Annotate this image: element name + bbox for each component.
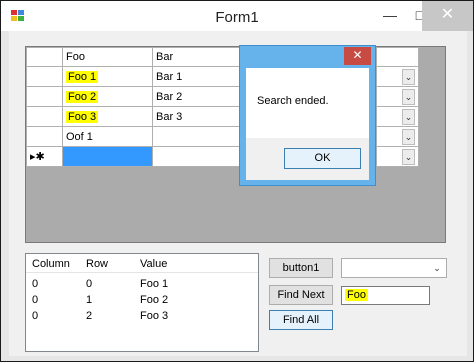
list-item[interactable]: 0 2 Foo 3 [26,309,258,325]
search-input-text: Foo [345,289,368,301]
cell-bar[interactable] [152,146,241,167]
cell-bar[interactable]: Bar 1 [152,66,241,87]
list-item-column: 0 [32,310,39,322]
highlighted-text: Foo 3 [66,110,99,123]
client-area: Foo Bar Foo 1 Bar 1 ⌄ Foo 2 Bar 2 ⌄ Foo … [9,31,467,356]
chevron-down-icon[interactable]: ⌄ [430,261,444,275]
message-box: ✕ Search ended. OK [239,45,376,186]
list-item-column: 0 [32,278,39,290]
listview-header: Column Row Value [26,254,258,273]
dialog-footer: OK [246,138,369,180]
list-item-value: Foo 1 [140,278,169,290]
column-header-foo[interactable]: Foo [62,47,153,67]
list-item-row: 2 [86,310,93,322]
cell-combo-dropdown[interactable]: ⌄ [376,146,419,167]
cell-combo-dropdown[interactable]: ⌄ [376,66,419,87]
row-header[interactable] [26,66,63,87]
row-header[interactable] [26,86,63,107]
find-next-button[interactable]: Find Next [269,285,333,305]
dialog-body: Search ended. OK [246,68,369,180]
chevron-down-icon[interactable]: ⌄ [402,89,415,105]
list-item-column: 0 [32,294,39,306]
results-listview[interactable]: Column Row Value 0 0 Foo 1 0 1 Foo 2 0 2… [25,253,259,352]
list-item-row: 1 [86,294,93,306]
list-item[interactable]: 0 0 Foo 1 [26,277,258,293]
row-header[interactable] [26,126,63,147]
dialog-close-button[interactable]: ✕ [344,47,371,65]
data-grid[interactable]: Foo Bar Foo 1 Bar 1 ⌄ Foo 2 Bar 2 ⌄ Foo … [25,46,446,243]
search-input[interactable]: Foo [341,286,430,305]
chevron-down-icon[interactable]: ⌄ [402,109,415,125]
column-header-row[interactable]: Row [86,258,108,270]
highlighted-text: Foo 1 [66,70,99,83]
row-header[interactable] [26,106,63,127]
list-item-row: 0 [86,278,93,290]
highlighted-text: Foo 2 [66,90,99,103]
cell-foo[interactable]: Foo 2 [62,86,153,107]
list-item-value: Foo 3 [140,310,169,322]
chevron-down-icon[interactable]: ⌄ [402,129,415,145]
ok-button[interactable]: OK [284,148,361,169]
cell-bar[interactable]: Bar 2 [152,86,241,107]
cell-combo-dropdown[interactable]: ⌄ [376,126,419,147]
column-header-bar[interactable]: Bar [152,47,241,67]
minimize-button[interactable]: — [375,1,405,31]
search-combo[interactable]: ⌄ [341,258,447,278]
list-item[interactable]: 0 1 Foo 2 [26,293,258,309]
cell-foo[interactable]: Foo 1 [62,66,153,87]
cell-bar[interactable] [152,126,241,147]
button1-button[interactable]: button1 [269,258,333,278]
cell-foo[interactable]: Oof 1 [62,126,153,147]
cell-bar[interactable]: Bar 3 [152,106,241,127]
cell-combo-dropdown[interactable]: ⌄ [376,86,419,107]
close-button[interactable]: ✕ [422,1,473,31]
chevron-down-icon[interactable]: ⌄ [402,149,415,165]
dialog-message: Search ended. [257,95,329,107]
chevron-down-icon[interactable]: ⌄ [402,69,415,85]
cell-foo[interactable]: Foo 3 [62,106,153,127]
column-header-value[interactable]: Value [140,258,167,270]
new-row-marker-icon: ▸✱ [26,146,63,167]
list-item-value: Foo 2 [140,294,169,306]
find-all-button[interactable]: Find All [269,310,333,330]
column-header-extra[interactable] [376,47,419,67]
title-bar[interactable]: Form1 — □ ✕ [1,1,473,31]
row-header-corner [26,47,63,67]
cell-foo-selected[interactable] [62,146,153,167]
form-window: Form1 — □ ✕ Foo Bar Foo 1 Bar 1 ⌄ Foo 2 … [0,0,474,362]
cell-combo-dropdown[interactable]: ⌄ [376,106,419,127]
column-header-column[interactable]: Column [32,258,70,270]
